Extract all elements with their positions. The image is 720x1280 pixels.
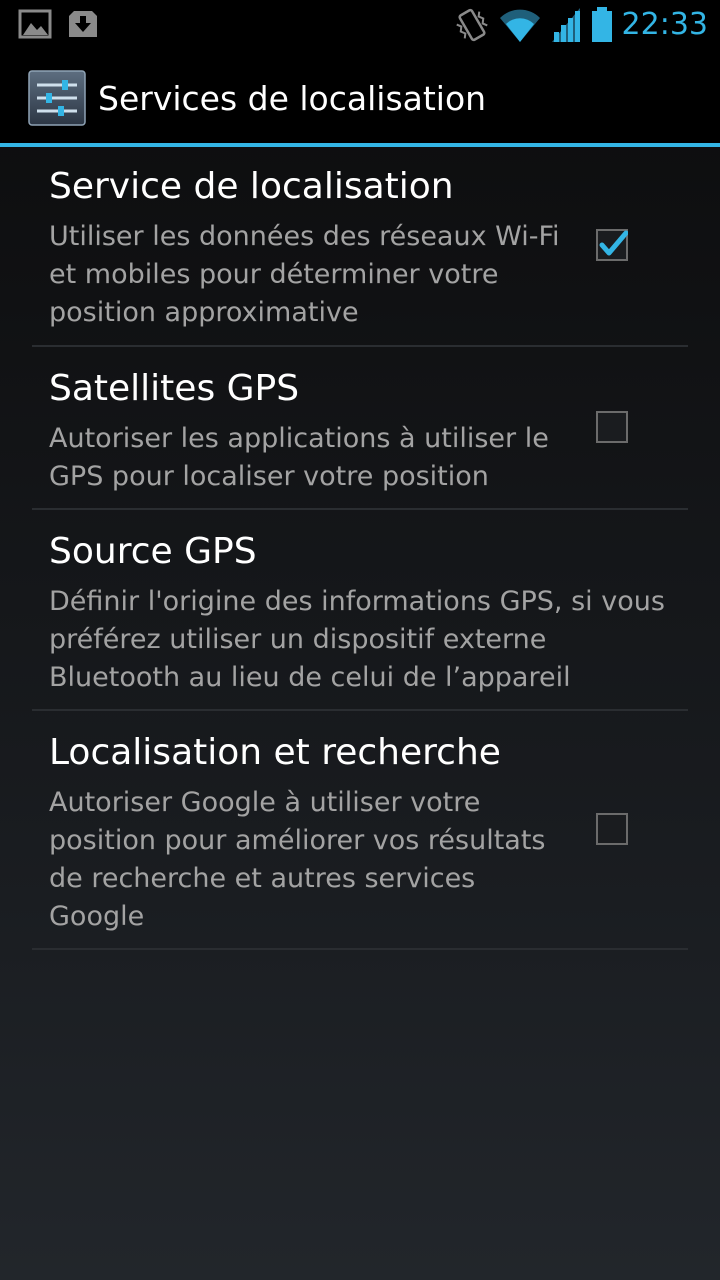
setting-summary: Autoriser les applications à utiliser le… (49, 423, 549, 492)
setting-gps-satellites[interactable]: Satellites GPS Autoriser les application… (32, 347, 688, 510)
checkbox-unchecked[interactable] (596, 813, 628, 845)
checkbox-unchecked[interactable] (596, 411, 628, 443)
setting-location-search[interactable]: Localisation et recherche Autoriser Goog… (32, 711, 688, 950)
cell-signal-icon (551, 8, 580, 42)
setting-title: Satellites GPS (49, 368, 300, 409)
settings-list: Service de localisation Utiliser les don… (0, 147, 720, 950)
settings-sliders-icon[interactable] (28, 70, 86, 126)
battery-icon (591, 7, 612, 42)
setting-title: Service de localisation (49, 166, 454, 207)
status-clock: 22:33 (621, 7, 708, 42)
picture-notification-icon (18, 9, 52, 39)
vibrate-icon (455, 8, 488, 42)
download-notification-icon (69, 11, 97, 37)
setting-title: Localisation et recherche (49, 732, 501, 773)
wifi-icon (499, 9, 540, 42)
setting-location-service[interactable]: Service de localisation Utiliser les don… (32, 147, 688, 347)
setting-summary: Utiliser les données des réseaux Wi-Fi e… (49, 221, 560, 328)
setting-summary: Définir l'origine des informations GPS, … (49, 586, 665, 693)
action-bar: Services de localisation (0, 50, 720, 147)
page-title: Services de localisation (98, 79, 487, 118)
setting-gps-source[interactable]: Source GPS Définir l'origine des informa… (32, 510, 688, 711)
setting-summary: Autoriser Google à utiliser votre positi… (49, 787, 546, 932)
status-bar: 22:33 (0, 0, 720, 50)
checkbox-checked[interactable] (596, 229, 628, 261)
setting-title: Source GPS (49, 531, 257, 572)
